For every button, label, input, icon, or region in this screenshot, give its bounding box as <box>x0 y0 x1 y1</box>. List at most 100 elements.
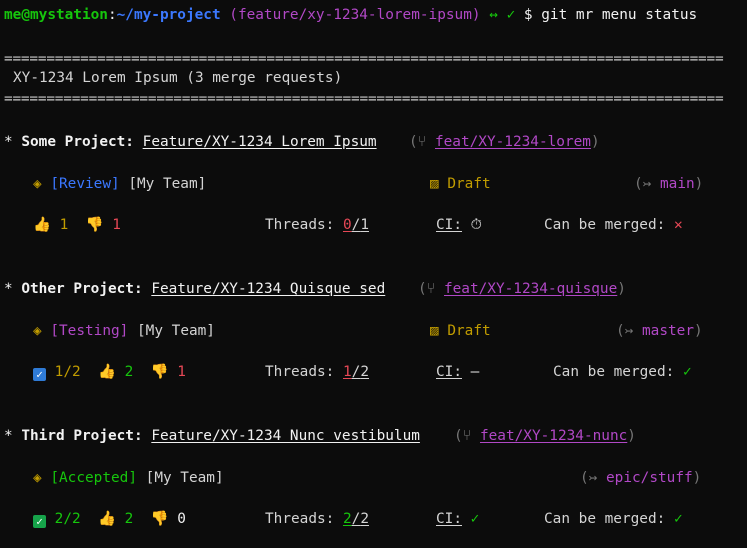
prompt-branch: (feature/xy-1234-lorem-ipsum) <box>229 7 481 23</box>
check-icon: ✓ <box>673 511 683 527</box>
cross-icon: ✕ <box>673 217 683 233</box>
mr-1-status-line: ◈ [Review] [My Team] <box>33 175 206 193</box>
mr-1-draft-label: Draft <box>447 176 491 192</box>
mr-3-votes: ✓ 2/2 👍 2 👎 0 <box>33 510 186 528</box>
mr-2-draft-label: Draft <box>447 323 491 339</box>
branch-icon: ⑂ <box>462 428 472 444</box>
approval-checkbox-icon: ✓ <box>33 515 46 528</box>
ci-label[interactable]: CI: <box>436 364 462 380</box>
mr-1-project: Some Project: <box>21 134 134 150</box>
bullet: * <box>4 281 13 297</box>
mr-2-target-branch: master <box>642 323 694 339</box>
mr-3-mergeable: Can be merged: ✓ <box>544 510 683 528</box>
label-tag-icon: ◈ <box>33 470 42 486</box>
mr-3-source-branch[interactable]: feat/XY-1234-nunc <box>480 428 627 444</box>
mr-2-target: (↣ master) <box>616 323 703 339</box>
approval-checkbox-icon: ✓ <box>33 368 46 381</box>
mr-3-status: [Accepted] <box>50 470 137 486</box>
label-tag-icon: ◈ <box>33 323 42 339</box>
arrow-right-icon: ↣ <box>588 470 598 486</box>
prompt-user-host: me@mystation <box>4 7 108 23</box>
mr-1-title-line: * Some Project: Feature/XY-1234 Lorem Ip… <box>4 133 377 151</box>
mr-3-threads-total: 2 <box>360 511 369 527</box>
sync-arrows-icon: ↔ <box>489 7 498 23</box>
mr-3-threads-open: 2 <box>342 511 352 527</box>
mr-1-thumbs-up-count: 1 <box>59 217 69 233</box>
can-be-merged-label: Can be merged: <box>544 217 666 233</box>
mr-3-project: Third Project: <box>21 428 143 444</box>
mr-1-threads-total: 1 <box>360 217 369 233</box>
ci-label[interactable]: CI: <box>436 511 462 527</box>
check-icon: ✓ <box>470 511 480 527</box>
mr-1-draft: ▨ Draft <box>430 175 491 193</box>
thumbs-up-icon: 👍 <box>98 511 116 527</box>
thumbs-up-icon: 👍 <box>33 217 51 233</box>
thumbs-down-icon: 👎 <box>150 511 169 527</box>
mr-2-status-line: ◈ [Testing] [My Team] <box>33 322 215 340</box>
thumbs-down-icon: 👎 <box>85 217 104 233</box>
mr-3-status-line: ◈ [Accepted] [My Team] <box>33 469 224 487</box>
mr-2-branch-group: (⑂ feat/XY-1234-quisque) <box>418 281 626 297</box>
mr-2-project: Other Project: <box>21 281 143 297</box>
branch-icon: ⑂ <box>417 134 427 150</box>
mr-3-threads: Threads: 2/2 <box>265 511 369 527</box>
mr-2-threads-total: 2 <box>360 364 369 380</box>
arrow-right-icon: ↣ <box>624 323 634 339</box>
mr-2-thumbs-down-count: 1 <box>177 364 186 380</box>
mr-1-votes: 👍 1 👎 1 <box>33 216 121 234</box>
mr-1-mergeable: Can be merged: ✕ <box>544 216 683 234</box>
mr-1-ci: CI: ⏱ <box>436 216 482 234</box>
stopwatch-icon: ⏱ <box>470 217 482 233</box>
mr-1-branch-group: (⑂ feat/XY-1234-lorem) <box>409 134 600 150</box>
mr-2-status: [Testing] <box>50 323 129 339</box>
mr-2-ci: CI: — <box>436 363 479 381</box>
separator-bottom: ========================================… <box>4 91 724 107</box>
mr-1-source-branch[interactable]: feat/XY-1234-lorem <box>435 134 591 150</box>
prompt-colon: : <box>107 7 117 23</box>
branch-icon: ⑂ <box>426 281 436 297</box>
thumbs-down-icon: 👎 <box>150 364 169 380</box>
thumbs-up-icon: 👍 <box>98 364 116 380</box>
threads-label: Threads: <box>265 364 335 380</box>
mr-2-mergeable: Can be merged: ✓ <box>553 363 692 381</box>
mr-3-target: (↣ epic/stuff) <box>580 470 702 486</box>
label-tag-icon: ◈ <box>33 176 42 192</box>
mr-2-source-branch[interactable]: feat/XY-1234-quisque <box>444 281 617 297</box>
mr-3-thumbs-up-count: 2 <box>124 511 134 527</box>
ci-label[interactable]: CI: <box>436 217 462 233</box>
prompt-path: ~/my-project <box>116 7 221 23</box>
mr-1-thumbs-down-count: 1 <box>112 217 121 233</box>
bullet: * <box>4 134 13 150</box>
prompt-line: me@mystation:~/my-project (feature/xy-12… <box>4 6 697 24</box>
mr-2-votes: ✓ 1/2 👍 2 👎 1 <box>33 363 186 381</box>
mr-2-approvals: 1/2 <box>54 364 81 380</box>
mr-1-target-branch: main <box>660 176 695 192</box>
header-title: XY-1234 Lorem Ipsum (3 merge requests) <box>13 70 343 86</box>
dash-icon: — <box>470 364 480 380</box>
prompt-check-icon: ✓ <box>506 7 516 23</box>
mr-1-target: (↣ main) <box>634 176 704 192</box>
mr-3-ci: CI: ✓ <box>436 510 479 528</box>
mr-2-title-line: * Other Project: Feature/XY-1234 Quisque… <box>4 280 385 298</box>
mr-1-threads-open: 0 <box>342 217 352 233</box>
mr-1-team: [My Team] <box>128 176 207 192</box>
can-be-merged-label: Can be merged: <box>544 511 666 527</box>
bullet: * <box>4 428 13 444</box>
mr-2-team: [My Team] <box>137 323 215 339</box>
draft-stripes-icon: ▨ <box>430 323 439 339</box>
command-text: git mr menu status <box>541 7 698 23</box>
mr-3-title[interactable]: Feature/XY-1234 Nunc vestibulum <box>151 428 420 444</box>
mr-2-title[interactable]: Feature/XY-1234 Quisque sed <box>151 281 385 297</box>
mr-3-title-line: * Third Project: Feature/XY-1234 Nunc ve… <box>4 427 420 445</box>
mr-1-status: [Review] <box>50 176 120 192</box>
mr-3-target-branch: epic/stuff <box>606 470 693 486</box>
mr-1-title[interactable]: Feature/XY-1234 Lorem Ipsum <box>143 134 377 150</box>
mr-2-thumbs-up-count: 2 <box>124 364 134 380</box>
mr-2-draft: ▨ Draft <box>430 322 491 340</box>
prompt-dollar: $ <box>523 7 533 23</box>
mr-3-branch-group: (⑂ feat/XY-1234-nunc) <box>454 428 636 444</box>
arrow-right-icon: ↣ <box>642 176 652 192</box>
threads-label: Threads: <box>265 511 335 527</box>
separator-top: ========================================… <box>4 51 724 67</box>
mr-3-thumbs-down-count: 0 <box>177 511 186 527</box>
